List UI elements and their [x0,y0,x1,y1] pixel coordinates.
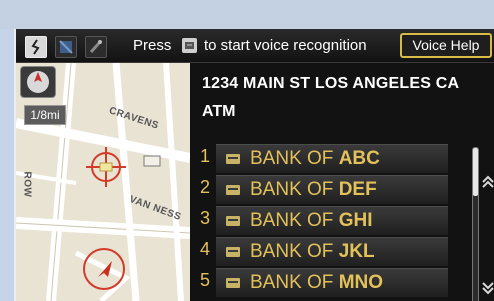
voice-instruction-text: to start voice recognition [204,37,367,54]
voice-help-button[interactable]: Voice Help [400,33,492,58]
result-button[interactable]: BANK OF ABC [216,144,448,173]
result-name: BANK OF ABC [250,148,380,169]
result-number: 2 [200,177,211,197]
result-button[interactable]: BANK OF JKL [216,237,448,266]
result-name: BANK OF MNO [250,272,384,293]
list-item[interactable]: 2 BANK OF DEF [190,174,470,204]
list-item[interactable]: 1 BANK OF ABC [190,143,470,173]
result-name: BANK OF GHI [250,210,373,231]
map-view[interactable]: 1/8mi CRAVENS VAN NESS ROW [16,63,190,301]
route-icon[interactable] [25,36,47,58]
result-number: 3 [200,208,211,228]
map-scale[interactable]: 1/8mi [24,105,66,125]
results-scrollbar[interactable] [472,147,479,301]
navigation-screen: Press to start voice recognition Voice H… [14,29,494,301]
traffic-icon[interactable] [85,36,107,58]
category-title: ATM [202,103,236,120]
satellite-icon[interactable] [55,36,77,58]
atm-icon [226,216,240,226]
compass-icon[interactable] [20,66,56,98]
map-roads [16,63,190,301]
top-bar: Press to start voice recognition Voice H… [16,29,494,63]
list-item[interactable]: 3 BANK OF GHI [190,205,470,235]
atm-icon [226,278,240,288]
result-number: 4 [200,239,211,259]
press-text: Press [133,37,172,54]
talk-button-icon [182,38,197,53]
result-name: BANK OF DEF [250,179,377,200]
scrollbar-thumb[interactable] [473,148,478,196]
result-number: 1 [200,146,211,166]
chevron-up-icon[interactable] [482,175,494,194]
list-item[interactable]: 5 BANK OF MNO [190,267,470,297]
result-name: BANK OF JKL [250,241,375,262]
atm-icon [226,154,240,164]
atm-icon [226,247,240,257]
result-button[interactable]: BANK OF GHI [216,206,448,235]
current-address: 1234 MAIN ST LOS ANGELES CA [202,75,460,92]
display-bezel [0,0,494,29]
list-item[interactable]: 4 BANK OF JKL [190,236,470,266]
result-button[interactable]: BANK OF DEF [216,175,448,204]
result-button[interactable]: BANK OF MNO [216,268,448,297]
street-label-row: ROW [21,171,33,198]
atm-icon [226,185,240,195]
chevron-down-icon[interactable] [482,281,494,300]
search-results-panel: 1234 MAIN ST LOS ANGELES CA ATM 1 BANK O… [190,63,494,301]
result-number: 5 [200,270,211,290]
